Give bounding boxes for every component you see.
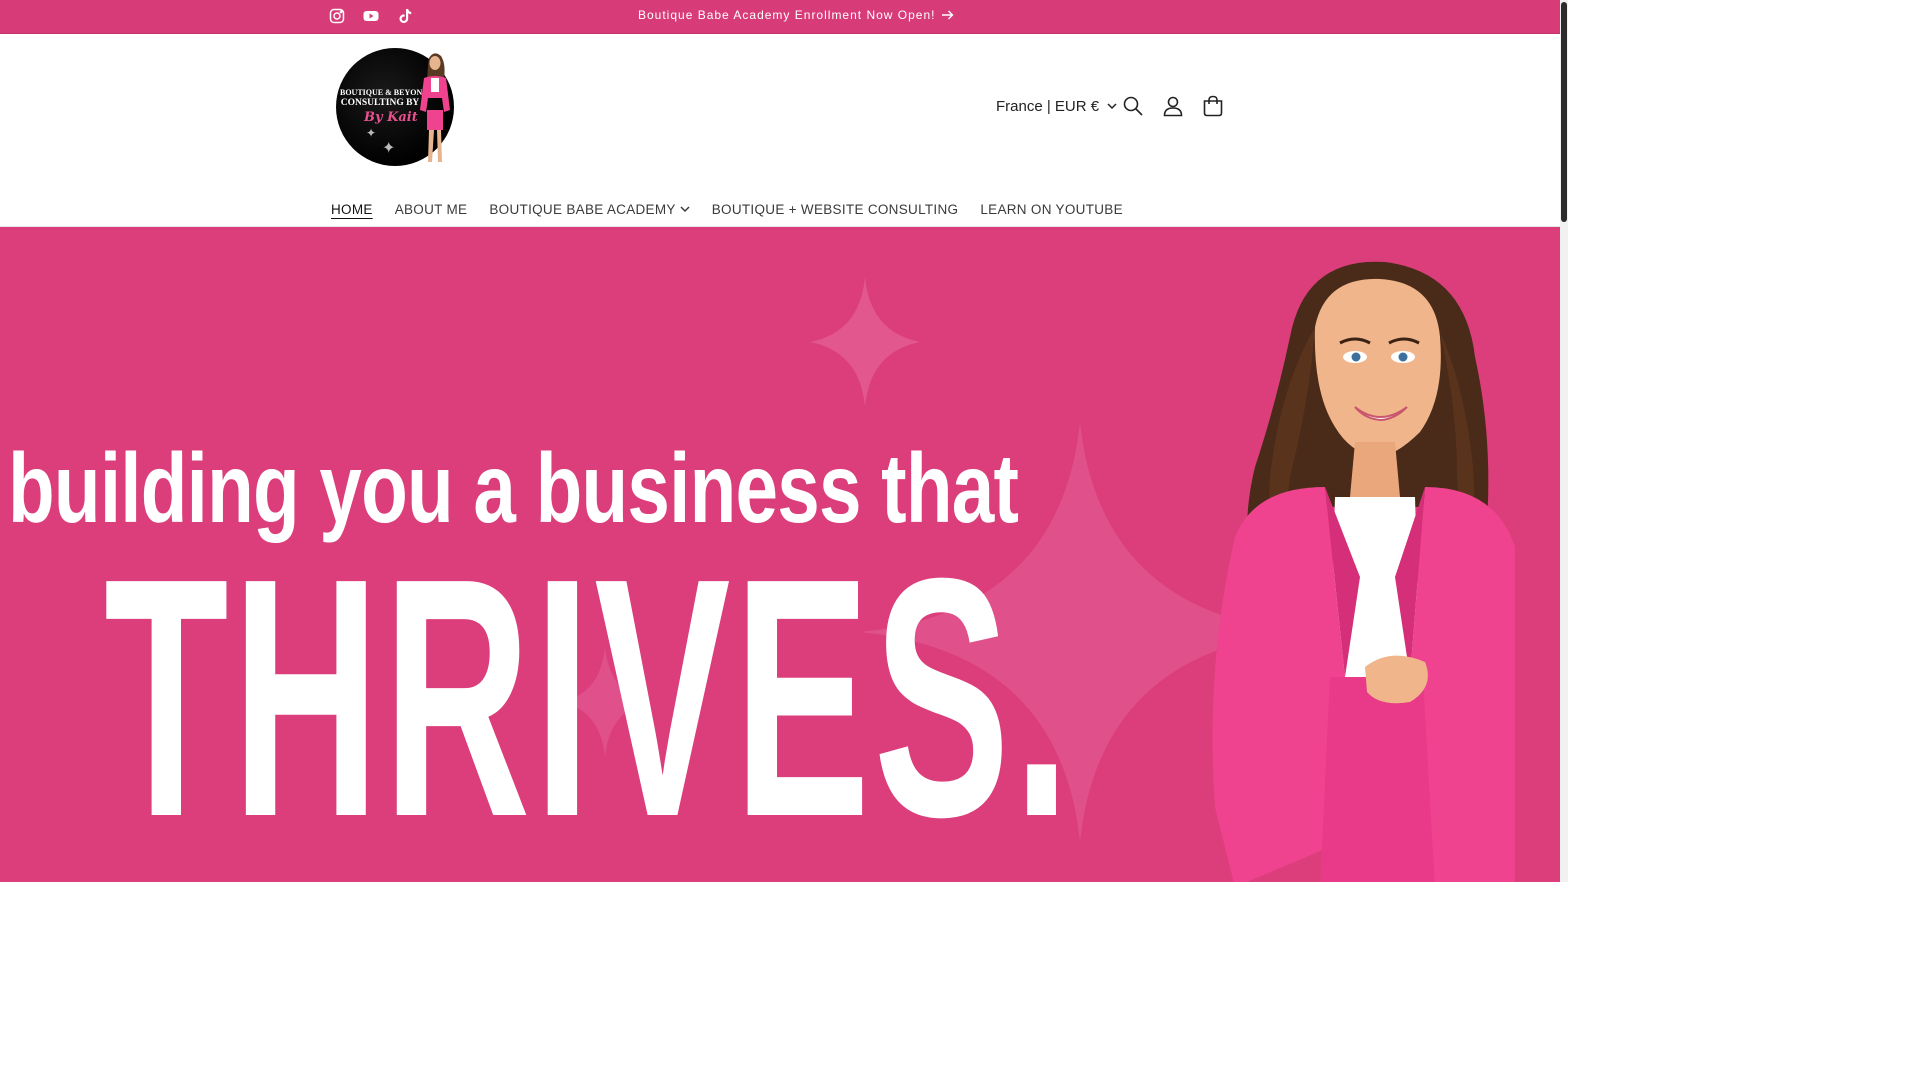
sparkle-icon: ✦	[382, 140, 396, 157]
logo-signature: By Kait	[364, 110, 418, 125]
page-scrollbar[interactable]	[1560, 0, 1568, 882]
nav-item-learn-on-youtube[interactable]: LEARN ON YOUTUBE	[969, 202, 1134, 217]
site-header: BOUTIQUE & BEYOND CONSULTING BY By Kait …	[0, 35, 1560, 227]
account-icon[interactable]	[1162, 95, 1184, 117]
announcement-text: Boutique Babe Academy Enrollment Now Ope…	[638, 8, 936, 22]
logo-figure	[420, 53, 450, 162]
hero-banner[interactable]: building you a business that THRIVES.	[0, 227, 1560, 882]
chevron-down-icon	[680, 205, 690, 212]
scrollbar-thumb[interactable]	[1561, 2, 1567, 222]
announcement-bar: Boutique Babe Academy Enrollment Now Ope…	[0, 0, 1560, 34]
main-navigation: HOME ABOUT ME BOUTIQUE BABE ACADEMY BOUT…	[320, 198, 1134, 220]
arrow-right-icon	[942, 10, 954, 20]
locale-label: France | EUR €	[996, 98, 1100, 115]
nav-item-about-me[interactable]: ABOUT ME	[384, 202, 479, 217]
tiktok-icon[interactable]	[397, 8, 413, 24]
page: Boutique Babe Academy Enrollment Now Ope…	[0, 0, 1568, 882]
sparkle-icon	[810, 277, 920, 407]
nav-item-label: LEARN ON YOUTUBE	[980, 201, 1123, 217]
nav-item-home[interactable]: HOME	[320, 202, 384, 217]
social-links	[329, 8, 413, 24]
country-currency-selector[interactable]: France | EUR €	[996, 98, 1117, 115]
nav-item-label: HOME	[331, 201, 373, 217]
cart-icon[interactable]	[1202, 95, 1224, 117]
nav-item-boutique-babe-academy[interactable]: BOUTIQUE BABE ACADEMY	[478, 202, 700, 217]
hero-headline-line-2: THRIVES.	[104, 508, 1074, 882]
logo-line-2: CONSULTING BY	[340, 98, 420, 108]
site-logo[interactable]: BOUTIQUE & BEYOND CONSULTING BY By Kait …	[336, 48, 456, 168]
sparkle-icon: ✦	[366, 126, 377, 140]
nav-item-label: BOUTIQUE + WEBSITE CONSULTING	[711, 201, 959, 217]
nav-item-boutique-website-consulting[interactable]: BOUTIQUE + WEBSITE CONSULTING	[701, 202, 970, 217]
logo-line-1: BOUTIQUE & BEYOND	[340, 88, 429, 97]
nav-item-label: BOUTIQUE BABE ACADEMY	[489, 201, 676, 217]
instagram-icon[interactable]	[329, 8, 345, 24]
search-icon[interactable]	[1122, 95, 1144, 117]
woman-illustration	[1212, 261, 1515, 882]
announcement-link[interactable]: Boutique Babe Academy Enrollment Now Ope…	[638, 8, 954, 22]
nav-item-label: ABOUT ME	[394, 201, 468, 217]
chevron-down-icon	[1107, 103, 1117, 110]
youtube-icon[interactable]	[363, 8, 379, 24]
